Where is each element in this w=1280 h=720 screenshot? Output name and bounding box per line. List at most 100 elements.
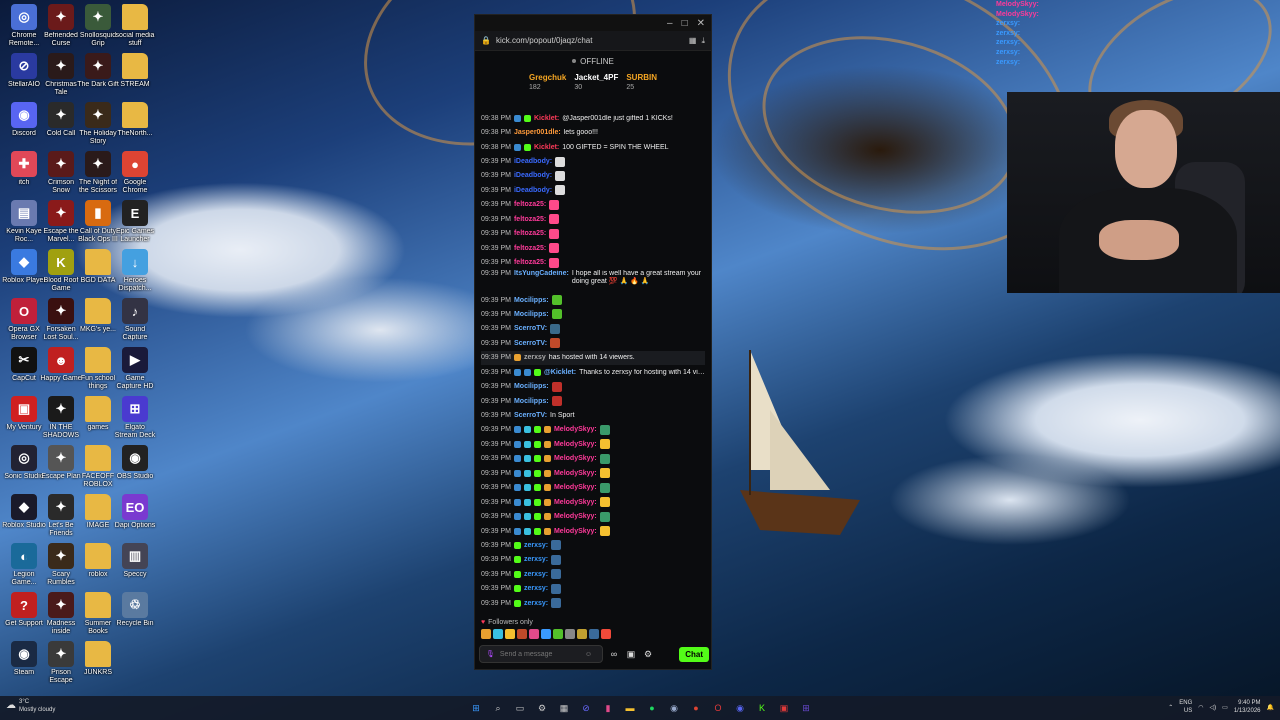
chrome-icon[interactable]: ● [688, 700, 704, 716]
emote-icon[interactable] [565, 629, 575, 639]
message-username[interactable]: zerxsy: [524, 542, 548, 549]
message-input-container[interactable]: 🎙 ☺ [479, 645, 603, 663]
message-username[interactable]: zerxsy: [524, 571, 548, 578]
notification-bell-icon[interactable]: 🔔 [1267, 704, 1274, 711]
emote-icon[interactable] [517, 629, 527, 639]
emote-bar[interactable] [481, 629, 611, 639]
message-username[interactable]: MelodySkyy: [554, 470, 597, 477]
desktop-icon[interactable]: ↓ Heroes Dispatch... [113, 249, 157, 293]
desktop-icon[interactable]: EO Dapi Options [113, 494, 157, 538]
language-indicator[interactable]: ENG US [1179, 699, 1192, 715]
message-username[interactable]: MelodySkyy: [554, 528, 597, 535]
opera-icon[interactable]: O [710, 700, 726, 716]
settings-icon[interactable]: ⚙ [642, 648, 654, 660]
stellar-icon[interactable]: ⊘ [578, 700, 594, 716]
message-username[interactable]: MelodySkyy: [554, 484, 597, 491]
chat-messages[interactable]: 09:38 PM Kicklet: @Jasper001dle just gifte… [475, 111, 711, 611]
file-explorer-icon[interactable]: ▬ [622, 700, 638, 716]
message-username[interactable]: ScerroTV: [514, 412, 547, 419]
task-view-icon[interactable]: ▭ [512, 700, 528, 716]
desktop-icon[interactable]: social media stuff [113, 4, 157, 48]
message-username[interactable]: Kicklet: [534, 144, 559, 151]
gift-icon[interactable]: ▣ [625, 648, 637, 660]
emote-icon[interactable] [589, 629, 599, 639]
message-username[interactable]: MelodySkyy: [554, 455, 597, 462]
message-username[interactable]: Mocilipps: [514, 383, 549, 390]
message-username[interactable]: MelodySkyy: [554, 426, 597, 433]
minimize-icon[interactable]: – [667, 18, 673, 29]
desktop-icon[interactable]: STREAM [113, 53, 157, 97]
message-username[interactable]: feltoza25: [514, 245, 546, 252]
emote-icon[interactable] [553, 629, 563, 639]
message-username[interactable]: zerxsy [524, 354, 546, 361]
download-icon[interactable]: ⤓ [701, 36, 705, 46]
emoji-icon[interactable]: ☺ [585, 651, 592, 658]
chat-send-button[interactable]: Chat [679, 646, 709, 662]
message-username[interactable]: ScerroTV: [514, 325, 547, 332]
settings-icon[interactable]: ⚙ [534, 700, 550, 716]
message-username[interactable]: zerxsy: [524, 556, 548, 563]
desktop-icon[interactable]: ⊞ Elgato Stream Deck [113, 396, 157, 440]
desktop-icon[interactable]: ♪ Sound Capture [113, 298, 157, 342]
address-bar[interactable]: 🔒 kick.com/popout/0jaqz/chat ▦ ⤓ [475, 31, 711, 51]
battery-icon[interactable]: ▭ [1222, 704, 1228, 711]
url-text[interactable]: kick.com/popout/0jaqz/chat [496, 36, 593, 45]
message-username[interactable]: Mocilipps: [514, 398, 549, 405]
message-username[interactable]: @Kicklet: [544, 369, 576, 376]
message-username[interactable]: ScerroTV: [514, 340, 547, 347]
message-username[interactable]: MelodySkyy: [554, 441, 597, 448]
windows-start-icon[interactable]: ⊞ [468, 700, 484, 716]
leaderboard-entry[interactable]: Jacket_4PF 30 [574, 73, 618, 93]
discord-icon[interactable]: ◉ [732, 700, 748, 716]
stream-deck-icon[interactable]: ⊞ [798, 700, 814, 716]
desktop-icon[interactable]: E Epic Games Launcher [113, 200, 157, 244]
message-username[interactable]: feltoza25: [514, 259, 546, 266]
wifi-icon[interactable]: ◠ [1198, 704, 1203, 711]
close-icon[interactable]: ✕ [697, 18, 705, 29]
message-username[interactable]: Mocilipps: [514, 311, 549, 318]
search-icon[interactable]: ⌕ [490, 700, 506, 716]
emote-icon[interactable] [541, 629, 551, 639]
desktop-icon[interactable]: ▥ Speccy [113, 543, 157, 587]
message-username[interactable]: MelodySkyy: [554, 499, 597, 506]
message-username[interactable]: Kicklet: [534, 115, 559, 122]
volume-icon[interactable]: ◁) [1210, 704, 1217, 711]
message-username[interactable]: iDeadbody: [514, 158, 552, 165]
desktop-icon[interactable]: ♲ Recycle Bin [113, 592, 157, 636]
desktop-icon[interactable]: TheNorth... [113, 102, 157, 146]
emote-icon[interactable] [601, 629, 611, 639]
microphone-icon[interactable]: 🎙 [486, 650, 495, 658]
capture-icon[interactable]: ▣ [776, 700, 792, 716]
widgets-icon[interactable]: ▦ [556, 700, 572, 716]
message-username[interactable]: ItsYungCadeine: [514, 270, 569, 277]
desktop-icon[interactable]: JUNKRS [76, 641, 120, 685]
extension-icon[interactable]: ▦ [689, 36, 697, 45]
message-username[interactable]: iDeadbody: [514, 172, 552, 179]
leaderboard-entry[interactable]: SURBIN 25 [626, 73, 657, 93]
message-username[interactable]: zerxsy: [524, 600, 548, 607]
message-input[interactable] [499, 650, 580, 658]
message-username[interactable]: MelodySkyy: [554, 513, 597, 520]
emote-icon[interactable] [577, 629, 587, 639]
maximize-icon[interactable]: □ [682, 18, 688, 29]
emote-icon[interactable] [505, 629, 515, 639]
message-username[interactable]: feltoza25: [514, 216, 546, 223]
leaderboard-entry[interactable]: Gregchuk 182 [529, 73, 566, 93]
desktop-icon[interactable]: ▶ Game Capture HD [113, 347, 157, 391]
emote-icon[interactable] [529, 629, 539, 639]
message-username[interactable]: feltoza25: [514, 201, 546, 208]
steam-icon[interactable]: ◉ [666, 700, 682, 716]
desktop-icon[interactable]: ● Google Chrome [113, 151, 157, 195]
chevron-up-icon[interactable]: ⌃ [1168, 704, 1173, 711]
clock[interactable]: 9:40 PM 1/13/2026 [1234, 699, 1261, 715]
weather-widget[interactable]: ☁ 3°C Mostly cloudy [6, 698, 55, 714]
message-username[interactable]: Mocilipps: [514, 297, 549, 304]
kick-icon[interactable]: K [754, 700, 770, 716]
message-username[interactable]: Jasper001dle: [514, 129, 561, 136]
message-username[interactable]: zerxsy: [524, 585, 548, 592]
message-username[interactable]: iDeadbody: [514, 187, 552, 194]
emote-icon[interactable] [493, 629, 503, 639]
message-username[interactable]: feltoza25: [514, 230, 546, 237]
desktop-icon[interactable]: ◉ OBS Studio [113, 445, 157, 489]
spotify-icon[interactable]: ● [644, 700, 660, 716]
